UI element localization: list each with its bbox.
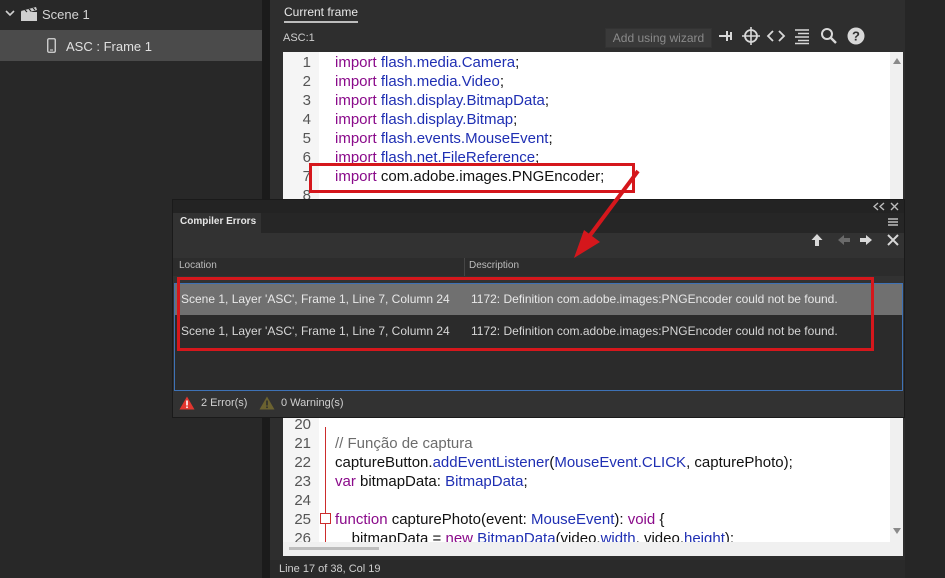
help-icon: ? — [847, 27, 865, 45]
code-text: import flash.events.MouseEvent; — [335, 130, 553, 147]
scene-row[interactable]: Scene 1 — [0, 0, 262, 28]
code-snippets-icon — [766, 30, 786, 42]
svg-text:?: ? — [852, 29, 860, 44]
cursor-position: Line 17 of 38, Col 19 — [279, 563, 381, 575]
line-number: 7 — [302, 168, 311, 185]
pin-script-button[interactable] — [716, 26, 736, 46]
code-text: import flash.display.Bitmap; — [335, 111, 518, 128]
clapperboard-icon — [21, 7, 37, 21]
fold-guide — [325, 427, 326, 542]
arrow-left-icon[interactable] — [837, 233, 851, 247]
line-number: 25 — [294, 511, 311, 528]
insert-target-path-button[interactable] — [741, 26, 761, 46]
mobile-script-icon — [47, 38, 56, 53]
scene-label: Scene 1 — [42, 7, 90, 22]
target-icon — [742, 27, 760, 45]
frame-label: ASC : Frame 1 — [66, 39, 152, 54]
line-number: 2 — [302, 73, 311, 90]
error-count: 2 Error(s) — [201, 397, 248, 409]
line-number: 3 — [302, 92, 311, 109]
column-header: Location Description — [173, 258, 904, 276]
close-icon[interactable] — [890, 202, 899, 211]
code-text: var bitmapData: BitmapData; — [335, 473, 528, 490]
help-button[interactable]: ? — [846, 26, 866, 46]
annotation-arrow — [574, 169, 640, 258]
line-number: 24 — [294, 492, 311, 509]
format-code-button[interactable] — [792, 26, 812, 46]
line-number: 22 — [294, 454, 311, 471]
line-number: 6 — [302, 149, 311, 166]
scroll-up-icon[interactable] — [893, 58, 901, 64]
add-using-wizard-button[interactable]: Add using wizard — [605, 28, 712, 48]
previous-error-icon[interactable] — [810, 233, 824, 247]
code-text: import flash.media.Video; — [335, 73, 504, 90]
panel-title-bar[interactable] — [173, 200, 904, 213]
warning-count: 0 Warning(s) — [281, 397, 344, 409]
format-code-icon — [795, 29, 809, 45]
line-number: 20 — [294, 416, 311, 433]
clear-errors-icon[interactable] — [886, 233, 900, 247]
annotation-highlight-errors — [177, 277, 874, 351]
right-panel-strip — [905, 0, 945, 578]
column-divider[interactable] — [464, 258, 465, 276]
frame-row[interactable]: ASC : Frame 1 — [0, 30, 262, 61]
scrollbar-thumb[interactable] — [289, 547, 379, 550]
code-comment: // Função de captura — [335, 435, 473, 452]
errors-footer: 2 Error(s) 0 Warning(s) — [173, 392, 904, 416]
tab-compiler-errors[interactable]: Compiler Errors — [173, 213, 262, 233]
pin-icon — [719, 31, 732, 41]
code-text: import flash.display.BitmapData; — [335, 92, 549, 109]
horizontal-scrollbar[interactable] — [283, 542, 903, 556]
column-description[interactable]: Description — [469, 260, 519, 271]
status-bar: Line 17 of 38, Col 19 — [270, 560, 905, 578]
panel-menu-icon[interactable] — [887, 217, 899, 227]
fold-toggle[interactable] — [320, 513, 331, 524]
script-location: ASC:1 — [283, 32, 315, 44]
chevron-down-icon[interactable] — [4, 7, 16, 19]
find-button[interactable] — [819, 26, 839, 46]
line-number: 4 — [302, 111, 311, 128]
collapse-panel-icon[interactable] — [873, 202, 885, 211]
code-text: captureButton.addEventListener(MouseEven… — [335, 454, 793, 471]
code-text: import flash.media.Camera; — [335, 54, 520, 71]
code-snippets-button[interactable] — [766, 26, 786, 46]
error-icon — [179, 396, 195, 410]
line-number: 21 — [294, 435, 311, 452]
arrow-right-icon[interactable] — [859, 233, 873, 247]
line-number: 23 — [294, 473, 311, 490]
tab-current-frame[interactable]: Current frame — [284, 3, 359, 23]
line-number: 5 — [302, 130, 311, 147]
line-number: 1 — [302, 54, 311, 71]
search-icon — [821, 28, 837, 44]
column-location[interactable]: Location — [179, 260, 217, 271]
warning-icon — [259, 396, 275, 410]
scroll-down-icon[interactable] — [893, 528, 901, 534]
code-text: function capturePhoto(event: MouseEvent)… — [335, 511, 665, 528]
